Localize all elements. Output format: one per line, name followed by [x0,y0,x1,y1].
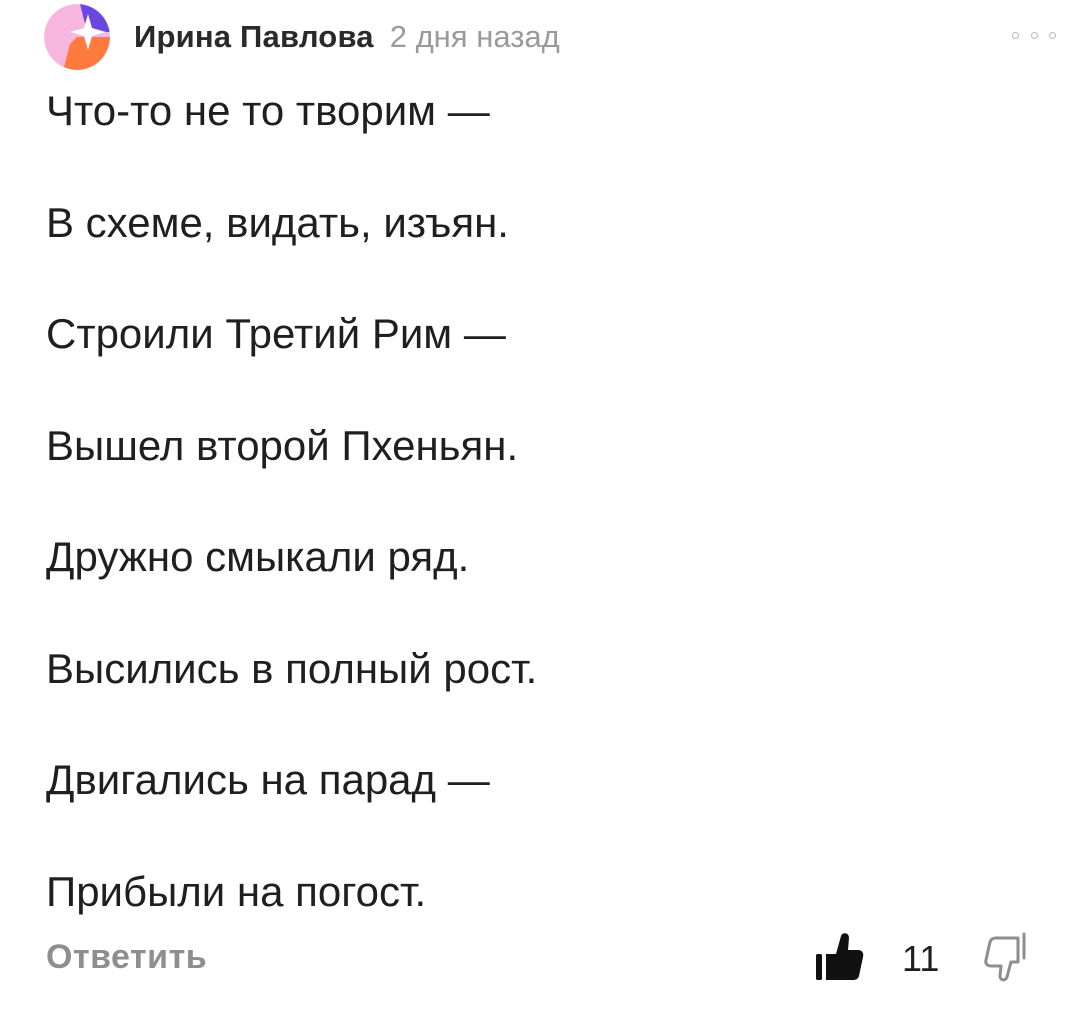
poem-line: Двигались на парад — [46,756,490,803]
reply-button[interactable]: Ответить [46,938,207,977]
comment-header: Ирина Павлова 2 дня назад [44,2,1040,72]
author-name[interactable]: Ирина Павлова [134,19,374,55]
comment-time: 2 дня назад [389,19,560,54]
comment-card: Ирина Павлова 2 дня назад Что-то не то т… [0,0,1080,1022]
more-dots-icon [1012,31,1019,39]
like-count: 11 [902,938,940,979]
more-dots-icon [1049,31,1056,39]
more-options-button[interactable] [1012,24,1056,46]
like-button[interactable] [814,930,864,984]
avatar-logo-icon [44,4,110,70]
poem-line: Дружно смыкали ряд. [46,533,470,580]
avatar[interactable] [44,4,110,70]
thumbs-up-icon [816,933,864,980]
comment-actions: Ответить 11 [46,930,1040,990]
poem-line: В схеме, видать, изъян. [46,198,509,246]
poem-line: Что-то не то творим — [46,87,490,134]
poem-line: Вышел второй Пхеньян. [46,421,519,469]
poem-line: Прибыли на погост. [46,867,427,915]
comment-text: Что-то не то творим — В схеме, видать, и… [46,84,1026,976]
dislike-button[interactable] [982,930,1032,984]
more-dots-icon [1030,31,1038,39]
poem-line: Высились в полный рост. [46,644,538,692]
poem-line: Строили Третий Рим — [46,310,506,357]
thumbs-down-icon [984,932,1026,982]
